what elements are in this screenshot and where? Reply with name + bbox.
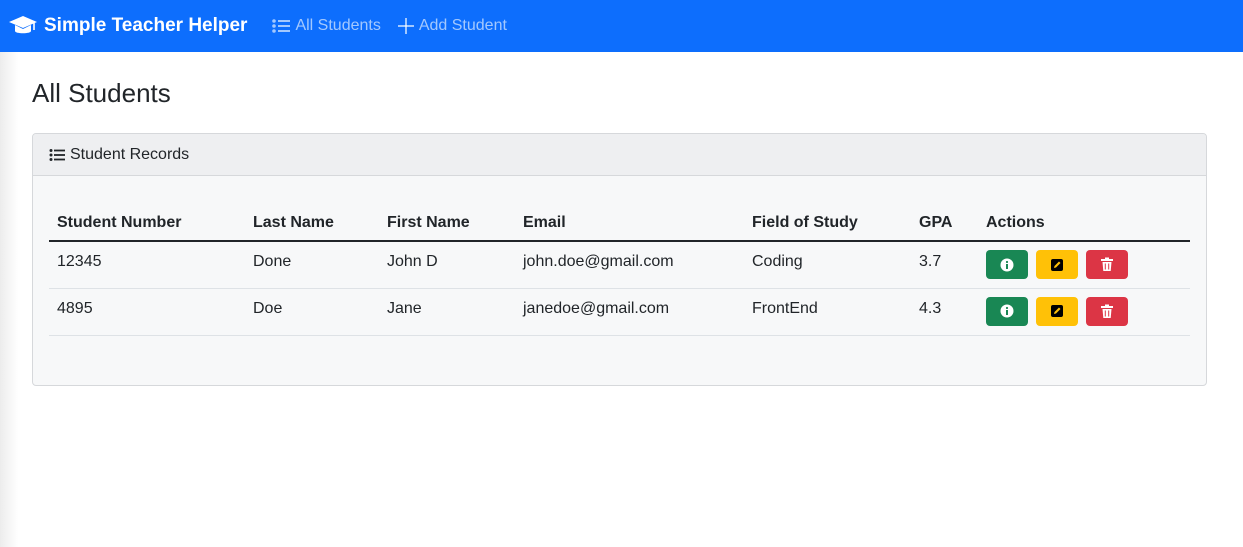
pencil-square-icon <box>1051 305 1063 317</box>
col-student-number[interactable]: Student Number <box>49 206 245 242</box>
brand-label: Simple Teacher Helper <box>44 15 248 36</box>
card-header-label: Student Records <box>70 145 190 163</box>
table-header-row: Student Number Last Name First Name Emai… <box>49 206 1190 242</box>
cell-field-of-study: Coding <box>744 241 911 289</box>
cell-last-name: Done <box>245 241 379 289</box>
cell-actions <box>978 241 1190 289</box>
cell-first-name: Jane <box>379 288 515 336</box>
card-header: Student Records <box>33 134 1206 176</box>
cell-email: janedoe@gmail.com <box>515 288 744 336</box>
cell-gpa: 4.3 <box>911 288 978 336</box>
info-circle-icon <box>1000 304 1014 318</box>
cell-field-of-study: FrontEnd <box>744 288 911 336</box>
student-records-card: Student Records Student Number Last Name… <box>32 133 1207 386</box>
col-gpa[interactable]: GPA <box>911 206 978 242</box>
trash-icon <box>1101 257 1113 271</box>
col-first-name[interactable]: First Name <box>379 206 515 242</box>
col-last-name[interactable]: Last Name <box>245 206 379 242</box>
brand-link[interactable]: Simple Teacher Helper <box>8 15 247 37</box>
trash-icon <box>1101 304 1113 318</box>
info-circle-icon <box>1000 258 1014 271</box>
delete-button[interactable] <box>1086 250 1128 279</box>
graduation-cap-icon <box>9 16 37 34</box>
pencil-square-icon <box>1051 258 1063 271</box>
cell-last-name: Doe <box>245 288 379 336</box>
delete-button[interactable] <box>1086 296 1128 326</box>
table-row: 4895 Doe Jane janedoe@gmail.com FrontEnd… <box>49 288 1190 336</box>
page-title: All Students <box>32 78 171 108</box>
page-edge-shade <box>0 52 18 547</box>
cell-student-number: 12345 <box>49 241 245 289</box>
edit-button[interactable] <box>1036 250 1078 279</box>
students-table: Student Number Last Name First Name Emai… <box>49 206 1190 336</box>
top-navbar: Simple Teacher Helper All Students Add S… <box>0 0 1243 52</box>
list-icon <box>272 19 291 33</box>
cell-actions <box>978 288 1190 336</box>
cell-first-name: John D <box>379 241 515 289</box>
cell-student-number: 4895 <box>49 288 245 336</box>
table-row: 12345 Done John D john.doe@gmail.com Cod… <box>49 241 1190 289</box>
nav-all-students[interactable]: All Students <box>271 17 381 35</box>
nav-add-student-label: Add Student <box>418 17 507 34</box>
info-button[interactable] <box>986 296 1028 326</box>
list-icon <box>49 148 65 161</box>
col-actions: Actions <box>978 206 1190 242</box>
plus-icon <box>397 18 414 34</box>
info-button[interactable] <box>986 250 1028 279</box>
edit-button[interactable] <box>1036 296 1078 326</box>
nav-add-student[interactable]: Add Student <box>397 17 507 35</box>
nav-all-students-label: All Students <box>295 17 381 34</box>
col-field-of-study[interactable]: Field of Study <box>744 206 911 242</box>
cell-gpa: 3.7 <box>911 241 978 289</box>
cell-email: john.doe@gmail.com <box>515 241 744 289</box>
col-email[interactable]: Email <box>515 206 744 242</box>
